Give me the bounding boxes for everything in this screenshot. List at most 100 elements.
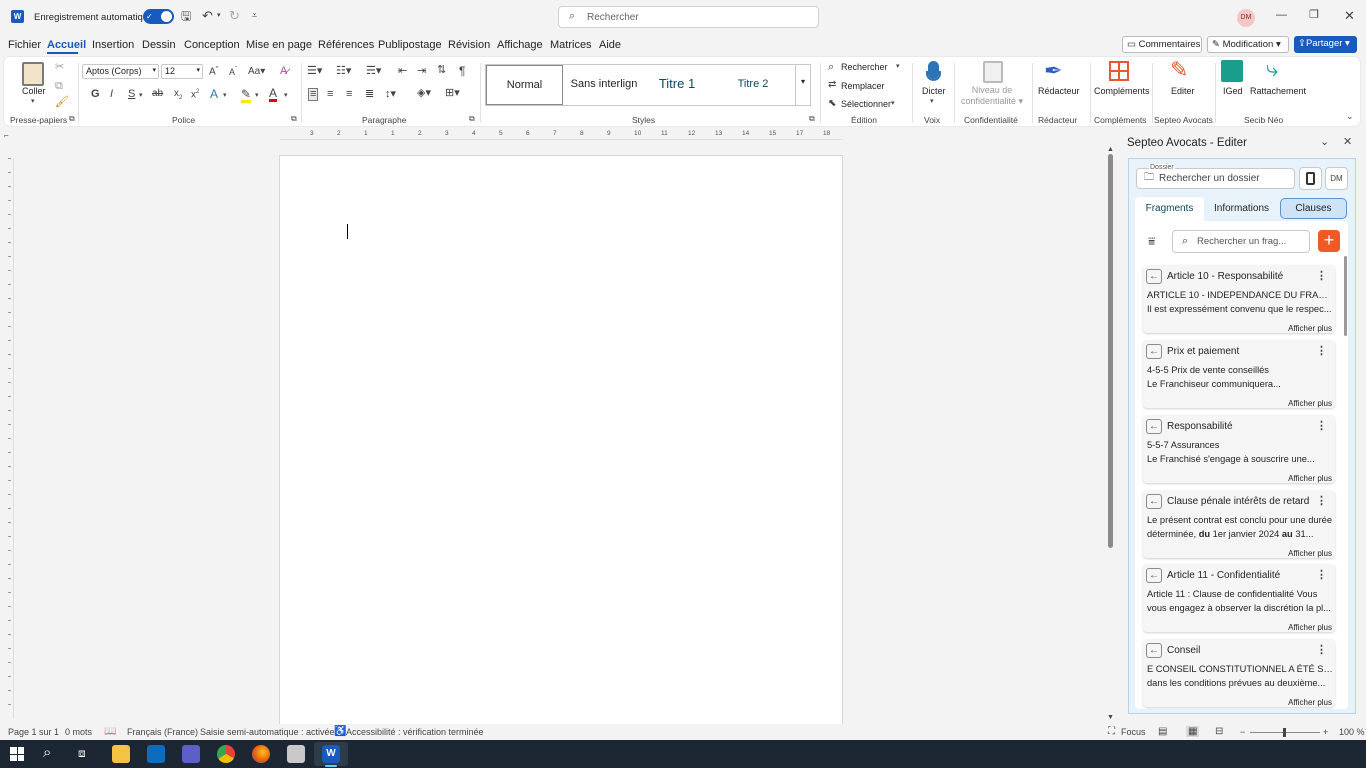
filter-icon[interactable]: ⩸: [1148, 235, 1155, 247]
more-vertical-icon[interactable]: ⋮: [1316, 419, 1327, 432]
chrome-icon[interactable]: [217, 745, 235, 763]
tab-informations[interactable]: Informations: [1206, 199, 1277, 219]
dialog-launcher-icon[interactable]: ⧉: [469, 115, 475, 123]
editer-icon[interactable]: ✎: [1170, 59, 1188, 81]
underline-button[interactable]: S: [128, 89, 135, 100]
text-effects-icon[interactable]: A: [210, 88, 218, 100]
grow-font-icon[interactable]: A^: [209, 66, 219, 77]
pane-options-icon[interactable]: ⌄: [1320, 137, 1329, 148]
menu-mise-en-page[interactable]: Mise en page: [246, 39, 312, 51]
undo-icon[interactable]: ↶: [202, 9, 213, 22]
show-more-link[interactable]: Afficher plus: [1288, 698, 1332, 707]
app-icon[interactable]: [287, 745, 305, 763]
word-icon[interactable]: W: [322, 745, 340, 763]
paste-label[interactable]: Coller: [22, 86, 46, 96]
menu-affichage[interactable]: Affichage: [497, 39, 543, 51]
editer-button[interactable]: Editer: [1171, 86, 1195, 96]
show-more-link[interactable]: Afficher plus: [1288, 399, 1332, 408]
highlight-icon[interactable]: ✎: [241, 88, 252, 103]
clipboard-icon[interactable]: [22, 62, 44, 86]
more-vertical-icon[interactable]: ⋮: [1316, 344, 1327, 357]
italic-button[interactable]: I: [110, 89, 113, 100]
paste-dropdown-icon[interactable]: ▾: [31, 98, 35, 105]
fragment-card[interactable]: ← Article 10 - Responsabilité ⋮ ARTICLE …: [1143, 265, 1335, 333]
find-icon[interactable]: ⌕: [828, 62, 834, 73]
tab-fragments[interactable]: Fragments: [1135, 197, 1204, 222]
fragment-search-input[interactable]: ⌕ Rechercher un frag...: [1172, 230, 1310, 253]
more-vertical-icon[interactable]: ⋮: [1316, 643, 1327, 656]
fragment-card[interactable]: ← Prix et paiement ⋮ 4-5-5 Prix de vente…: [1143, 340, 1335, 408]
read-mode-icon[interactable]: ▤: [1158, 726, 1167, 737]
task-view-icon[interactable]: ⧈: [78, 746, 86, 761]
word-count[interactable]: 0 mots: [65, 727, 92, 737]
scroll-thumb[interactable]: [1108, 154, 1113, 548]
firefox-icon[interactable]: [252, 745, 270, 763]
menu-fichier[interactable]: Fichier: [8, 39, 41, 51]
redacteur-pen-icon[interactable]: ✒: [1044, 60, 1062, 82]
minimize-icon[interactable]: —: [1276, 10, 1287, 21]
insert-arrow-icon[interactable]: ←: [1146, 269, 1162, 284]
print-layout-icon[interactable]: ▦: [1186, 726, 1200, 737]
font-color-icon[interactable]: A: [269, 87, 278, 102]
show-more-link[interactable]: Afficher plus: [1288, 549, 1332, 558]
proofing-icon[interactable]: 📖: [104, 726, 116, 737]
multilevel-list-icon[interactable]: ☴▾: [366, 66, 381, 77]
zoom-out-icon[interactable]: −: [1240, 727, 1245, 737]
replace-label[interactable]: Remplacer: [841, 81, 885, 91]
replace-icon[interactable]: ⇄: [828, 80, 836, 90]
menu-accueil[interactable]: Accueil: [47, 39, 86, 51]
page-count[interactable]: Page 1 sur 1: [8, 727, 59, 737]
dialog-launcher-icon[interactable]: ⧉: [69, 115, 75, 123]
teams-icon[interactable]: [182, 745, 200, 763]
autocomplete-status[interactable]: Saisie semi-automatique : activée: [200, 727, 335, 737]
vertical-scrollbar[interactable]: ▲ ▼: [1106, 146, 1116, 724]
windows-start-icon[interactable]: [10, 747, 24, 761]
dictate-label[interactable]: Dicter: [922, 86, 946, 96]
document-page[interactable]: [279, 155, 843, 725]
iged-icon[interactable]: [1221, 60, 1243, 82]
redo-icon[interactable]: ↻: [229, 9, 240, 22]
language-status[interactable]: Français (France): [127, 727, 198, 737]
complements-button[interactable]: Compléments: [1094, 86, 1150, 96]
find-dropdown-icon[interactable]: ▾: [896, 63, 900, 70]
shading-icon[interactable]: ◈▾: [417, 88, 431, 99]
more-vertical-icon[interactable]: ⋮: [1316, 568, 1327, 581]
insert-arrow-icon[interactable]: ←: [1146, 419, 1162, 434]
select-dropdown-icon[interactable]: ▾: [891, 100, 895, 107]
styles-more-button[interactable]: ▾: [795, 65, 810, 105]
fragments-scrollbar[interactable]: [1344, 256, 1347, 336]
menu-references[interactable]: Références: [318, 39, 374, 51]
fragment-card[interactable]: ← Article 11 - Confidentialité ⋮ Article…: [1143, 564, 1335, 632]
show-more-link[interactable]: Afficher plus: [1288, 474, 1332, 483]
menu-revision[interactable]: Révision: [448, 39, 490, 51]
pane-avatar[interactable]: DM: [1325, 167, 1348, 190]
change-case-icon[interactable]: Aa▾: [248, 67, 265, 77]
bold-button[interactable]: G: [91, 89, 100, 100]
file-explorer-icon[interactable]: [112, 745, 130, 763]
device-button[interactable]: [1299, 167, 1322, 190]
justify-icon[interactable]: ≣: [365, 89, 374, 100]
rattachement-icon[interactable]: ⤷: [1266, 58, 1278, 80]
superscript-icon[interactable]: x2: [191, 89, 199, 100]
select-label[interactable]: Sélectionner: [841, 99, 891, 109]
show-more-link[interactable]: Afficher plus: [1288, 324, 1332, 333]
fragment-card[interactable]: ← Clause pénale intérêts de retard ⋮ Le …: [1143, 490, 1335, 558]
insert-arrow-icon[interactable]: ←: [1146, 643, 1162, 658]
menu-dessin[interactable]: Dessin: [142, 39, 176, 51]
horizontal-ruler[interactable]: 3 2 1 1 2 3 4 5 6 7 8 9 10 11 12 13 14 15 17 18: [280, 130, 842, 140]
style-heading1[interactable]: Titre 1: [644, 65, 710, 105]
dialog-launcher-icon[interactable]: ⧉: [809, 115, 815, 123]
save-icon[interactable]: 🖫: [181, 10, 191, 22]
more-vertical-icon[interactable]: ⋮: [1316, 494, 1327, 507]
align-center-icon[interactable]: ≡: [327, 89, 333, 100]
redacteur-button[interactable]: Rédacteur: [1038, 86, 1080, 96]
copy-icon[interactable]: ⧉: [55, 81, 63, 92]
cut-icon[interactable]: ✂: [55, 62, 64, 73]
insert-arrow-icon[interactable]: ←: [1146, 568, 1162, 583]
underline-dropdown-icon[interactable]: ▾: [139, 92, 143, 99]
fragment-card[interactable]: ← Conseil ⋮ E CONSEIL CONSTITUTIONNEL A …: [1143, 639, 1335, 707]
find-label[interactable]: Rechercher: [841, 62, 888, 72]
search-icon[interactable]: ⌕: [43, 744, 51, 761]
style-normal[interactable]: Normal: [486, 65, 563, 105]
scroll-down-icon[interactable]: ▼: [1107, 714, 1114, 721]
